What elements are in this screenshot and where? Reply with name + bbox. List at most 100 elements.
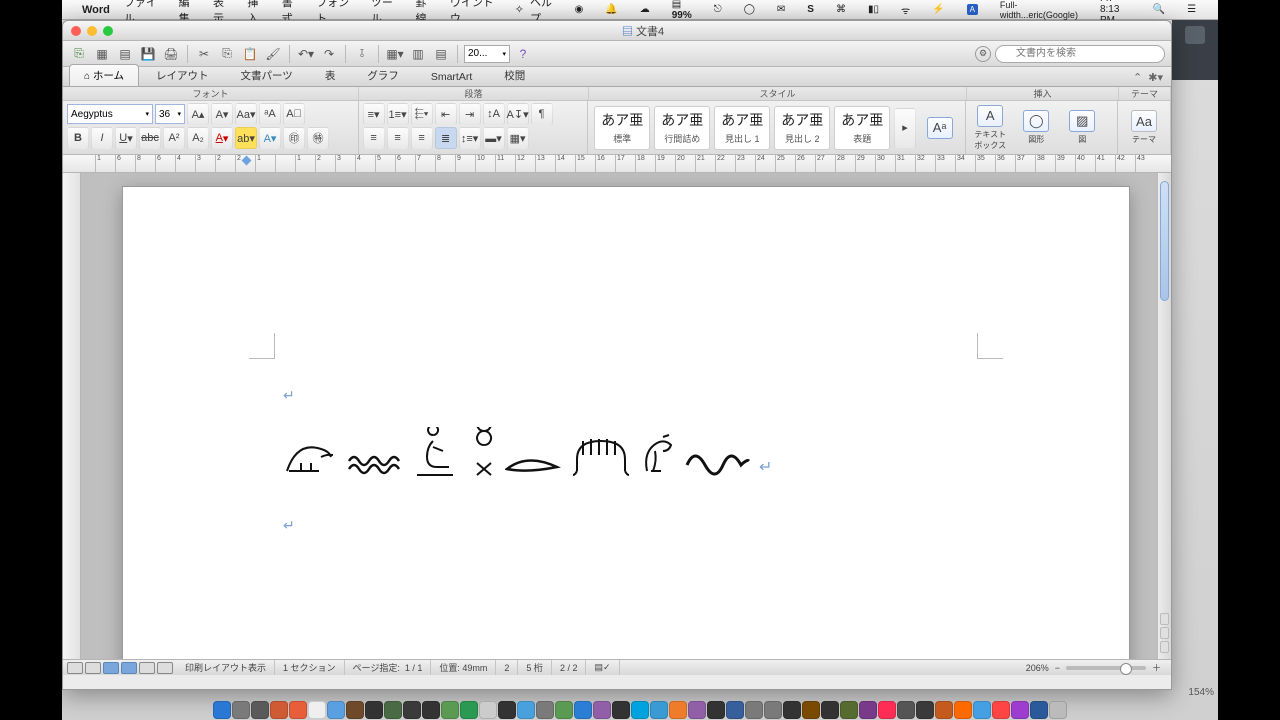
tab-layout[interactable]: レイアウト [141, 64, 224, 86]
align-left-icon[interactable]: ≡ [363, 127, 385, 149]
status-record-icon[interactable]: ◉ [575, 4, 584, 15]
shading-icon[interactable]: ▬▾ [483, 127, 505, 149]
status-battery-icon[interactable]: ▮▯ [868, 4, 879, 15]
style-tile-2[interactable]: あア亜見出し 1 [714, 106, 770, 150]
tab-document-elements[interactable]: 文書パーツ [226, 64, 308, 86]
save-icon[interactable]: 💾 [138, 44, 158, 64]
zoom-icon[interactable] [103, 26, 113, 36]
view-outline-icon[interactable] [85, 662, 101, 674]
scroll-thumb[interactable] [1160, 181, 1169, 301]
sort-icon[interactable]: A↧▾ [507, 103, 529, 125]
status-bluetooth-icon[interactable]: ⌘ [836, 4, 846, 15]
status-cloud-icon[interactable]: ☁ [640, 4, 650, 15]
open-template-icon[interactable]: ▤ [115, 44, 135, 64]
style-tile-1[interactable]: あア亜行間詰め [654, 106, 710, 150]
format-icon[interactable]: ⫱ [352, 44, 372, 64]
show-marks-icon[interactable]: ¶ [531, 103, 553, 125]
italic-icon[interactable]: I [91, 127, 113, 149]
subscript-icon[interactable]: A₂ [187, 127, 209, 149]
dock-app-37[interactable] [916, 701, 934, 719]
align-right-icon[interactable]: ≡ [411, 127, 433, 149]
dock-app-19[interactable] [574, 701, 592, 719]
status-net-icon[interactable]: ◯ [744, 4, 755, 15]
strikethrough-icon[interactable]: abc [139, 127, 161, 149]
close-icon[interactable] [71, 26, 81, 36]
line-spacing-icon[interactable]: ↕≡▾ [459, 127, 481, 149]
status-line[interactable]: 2 [496, 660, 518, 675]
ribbon-collapse-icon[interactable]: ⌃ [1133, 71, 1142, 84]
status-mem-icon[interactable]: ▤ 99% [672, 0, 692, 21]
next-page-icon[interactable] [1160, 641, 1169, 653]
bullets-icon[interactable]: ≡▾ [363, 103, 385, 125]
view-fullscreen-icon[interactable] [157, 662, 173, 674]
vertical-scrollbar[interactable] [1157, 173, 1171, 659]
view-print-icon[interactable] [103, 662, 119, 674]
dock-app-15[interactable] [498, 701, 516, 719]
dock-app-36[interactable] [897, 701, 915, 719]
dock-app-23[interactable] [650, 701, 668, 719]
dock-app-21[interactable] [612, 701, 630, 719]
window-titlebar[interactable]: ▤ 文書4 [63, 21, 1171, 41]
columns-icon[interactable]: ▥ [408, 44, 428, 64]
font-name-select[interactable]: Aegyptus▾ [67, 104, 153, 124]
superscript-icon[interactable]: A² [163, 127, 185, 149]
clear-formatting-icon[interactable]: A⃠ [283, 103, 305, 125]
status-account[interactable]: Full-width...eric(Google) [1000, 0, 1078, 20]
dock-app-39[interactable] [954, 701, 972, 719]
dock-app-27[interactable] [726, 701, 744, 719]
style-tile-0[interactable]: あア亜標準 [594, 106, 650, 150]
borders-icon[interactable]: ▦▾ [507, 127, 529, 149]
themes-button[interactable]: Aaテーマ [1122, 104, 1166, 152]
dock-app-30[interactable] [783, 701, 801, 719]
dock-app-29[interactable] [764, 701, 782, 719]
bold-icon[interactable]: B [67, 127, 89, 149]
ruler-icon[interactable]: ▤ [431, 44, 451, 64]
tab-charts[interactable]: グラフ [352, 64, 414, 86]
dock-app-3[interactable] [270, 701, 288, 719]
dock-app-40[interactable] [973, 701, 991, 719]
help-icon[interactable]: ? [513, 44, 533, 64]
decrease-indent-icon[interactable]: ⇤ [435, 103, 457, 125]
redo-icon[interactable]: ↷ [319, 44, 339, 64]
dock-app-26[interactable] [707, 701, 725, 719]
dock-app-1[interactable] [232, 701, 250, 719]
document-text-hieroglyphs[interactable]: ↵ [281, 427, 778, 477]
change-case-icon[interactable]: Aa▾ [235, 103, 257, 125]
dock-app-38[interactable] [935, 701, 953, 719]
view-notebook-icon[interactable] [139, 662, 155, 674]
copy-icon[interactable]: ⎘ [217, 44, 237, 64]
dock-app-43[interactable] [1030, 701, 1048, 719]
script-menu-icon[interactable]: ✧ [515, 3, 524, 16]
phonetic-guide-icon[interactable]: ᵃA [259, 103, 281, 125]
zoom-out-icon[interactable]: − [1055, 663, 1060, 673]
multilevel-list-icon[interactable]: ⬱▾ [411, 103, 433, 125]
dock-app-11[interactable] [422, 701, 440, 719]
dock-app-8[interactable] [365, 701, 383, 719]
menubar-app[interactable]: Word [82, 4, 110, 16]
dock-app-20[interactable] [593, 701, 611, 719]
dock-app-34[interactable] [859, 701, 877, 719]
picture-button[interactable]: ▨図 [1060, 104, 1104, 152]
status-page-label[interactable]: ページ指定: 1 / 1 [345, 660, 432, 675]
tab-review[interactable]: 校閲 [489, 64, 540, 86]
document-page[interactable]: ↵ ↵ ↵ [123, 187, 1129, 659]
dock-app-9[interactable] [384, 701, 402, 719]
align-center-icon[interactable]: ≡ [387, 127, 409, 149]
dock-app-41[interactable] [992, 701, 1010, 719]
tab-home[interactable]: ホーム [69, 64, 139, 86]
status-util-icon[interactable]: ⎋ [714, 4, 722, 15]
style-tile-4[interactable]: あア亜表題 [834, 106, 890, 150]
dock-app-42[interactable] [1011, 701, 1029, 719]
dock-app-33[interactable] [840, 701, 858, 719]
dock-app-18[interactable] [555, 701, 573, 719]
dock-app-13[interactable] [460, 701, 478, 719]
zoom-in-icon[interactable]: ＋ [1152, 661, 1161, 674]
horizontal-ruler[interactable]: 1686432211234567891011121314151617181920… [63, 155, 1171, 173]
search-options-icon[interactable]: ⚙ [975, 46, 991, 62]
dock-app-10[interactable] [403, 701, 421, 719]
dock-app-12[interactable] [441, 701, 459, 719]
vertical-ruler[interactable] [63, 173, 81, 659]
dock-app-16[interactable] [517, 701, 535, 719]
spotlight-icon[interactable]: 🔍 [1153, 4, 1165, 15]
status-position[interactable]: 位置: 49mm [431, 660, 496, 675]
